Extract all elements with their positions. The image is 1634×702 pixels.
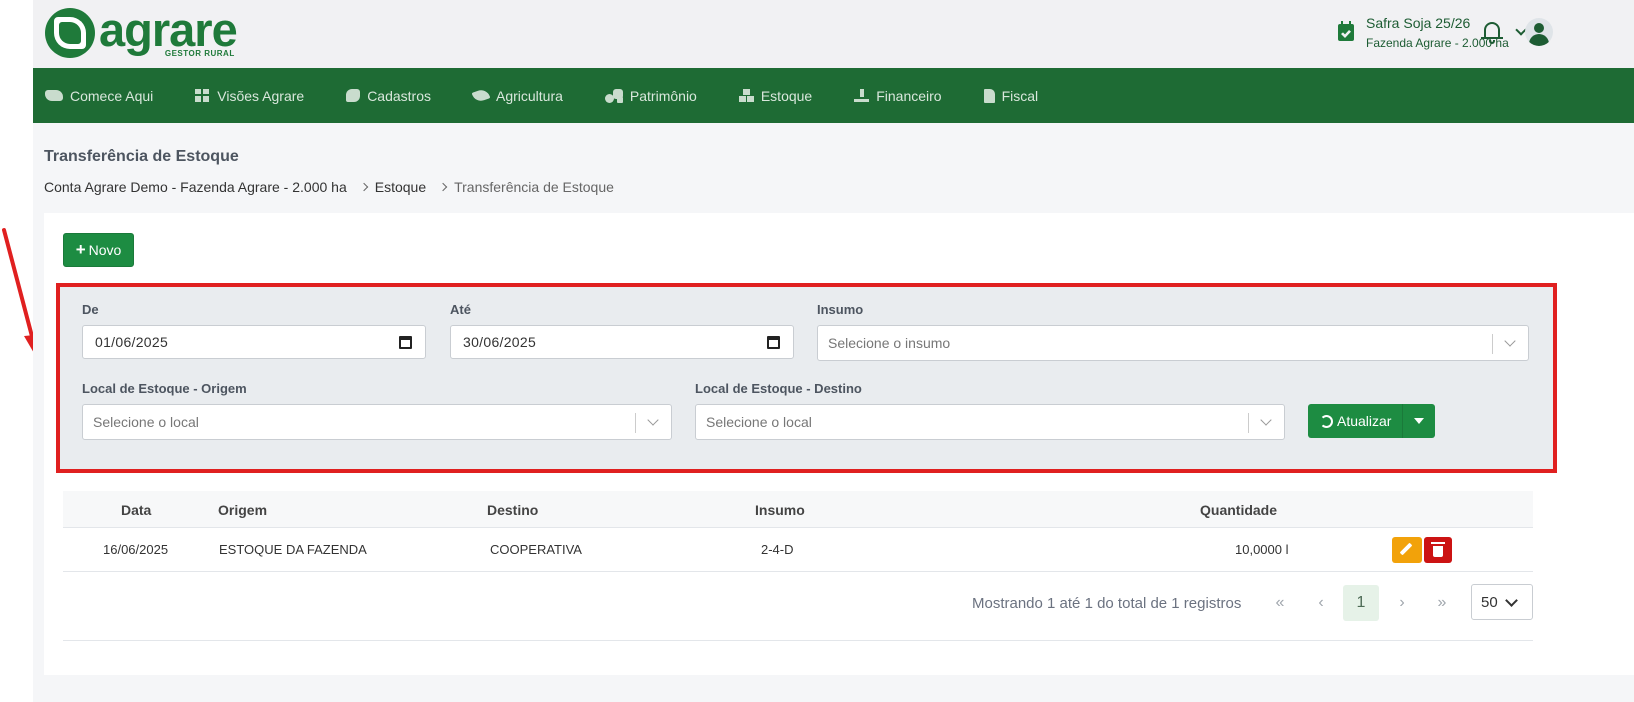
per-page-select[interactable]: 50 (1471, 584, 1533, 620)
first-page-icon[interactable]: « (1262, 585, 1298, 621)
last-page-icon[interactable]: » (1424, 585, 1460, 621)
agrare-logo[interactable]: agrare GESTOR RURAL (45, 3, 238, 58)
cell-insumo: 2-4-D (761, 542, 794, 557)
leaf-logo-icon (45, 8, 95, 58)
tractor-icon (604, 88, 623, 103)
chevron-down-icon (1504, 335, 1516, 347)
column-header-insumo[interactable]: Insumo (755, 502, 805, 518)
to-date-input[interactable]: 30/06/2025 (450, 325, 794, 359)
column-header-quantidade[interactable]: Quantidade (1200, 502, 1277, 518)
table-header: Data Origem Destino Insumo Quantidade (63, 491, 1533, 528)
calendar-icon[interactable] (399, 336, 412, 349)
origin-select[interactable]: Selecione o local (82, 404, 672, 440)
calendar-check-icon (1338, 21, 1354, 41)
column-header-data[interactable]: Data (121, 502, 151, 518)
boxes-icon (738, 89, 754, 102)
from-date-input[interactable]: 01/06/2025 (82, 325, 426, 359)
handshake-icon (45, 90, 63, 101)
cow-icon (346, 89, 361, 102)
breadcrumb-account[interactable]: Conta Agrare Demo - Fazenda Agrare - 2.0… (44, 179, 347, 195)
edit-pencil-icon[interactable] (1392, 537, 1422, 563)
origin-label: Local de Estoque - Origem (82, 381, 247, 396)
chevron-down-icon (647, 414, 659, 426)
page-1-button[interactable]: 1 (1343, 585, 1379, 621)
app: agrare GESTOR RURAL Safra Soja 25/26 Faz… (33, 0, 1634, 702)
filter-panel: De 01/06/2025 Até 30/06/2025 Insumo Sele… (56, 283, 1557, 473)
refresh-dropdown-toggle[interactable] (1414, 418, 1424, 424)
previous-page-icon[interactable]: ‹ (1303, 585, 1339, 621)
destination-label: Local de Estoque - Destino (695, 381, 862, 396)
logo-word: agrare (99, 3, 238, 56)
to-date-label: Até (450, 302, 471, 317)
chevron-down-icon (1505, 594, 1518, 607)
nav-item-fiscal[interactable]: Fiscal (983, 88, 1038, 104)
pagination-info: Mostrando 1 até 1 do total de 1 registro… (972, 595, 1242, 612)
nav-item-financeiro[interactable]: Financeiro (854, 88, 942, 104)
top-header: agrare GESTOR RURAL Safra Soja 25/26 Faz… (33, 0, 1634, 68)
grid-icon (195, 89, 211, 102)
chevron-right-icon (438, 182, 448, 192)
chevron-right-icon (359, 182, 368, 192)
column-header-origem[interactable]: Origem (218, 502, 267, 518)
column-header-destino[interactable]: Destino (487, 502, 538, 518)
nav-item-cadastros[interactable]: Cadastros (346, 88, 431, 104)
chevron-down-icon (1260, 414, 1272, 426)
content-card: + Novo De 01/06/2025 Até 30/06/2025 Insu… (44, 213, 1634, 675)
breadcrumb-current: Transferência de Estoque (454, 179, 614, 195)
plus-icon: + (75, 240, 86, 259)
nav-item-visoes-agrare[interactable]: Visões Agrare (195, 88, 304, 104)
nav-item-agricultura[interactable]: Agricultura (471, 87, 563, 104)
table-row: 16/06/2025 ESTOQUE DA FAZENDA COOPERATIV… (63, 528, 1533, 572)
breadcrumb: Conta Agrare Demo - Fazenda Agrare - 2.0… (44, 179, 614, 195)
destination-select[interactable]: Selecione o local (695, 404, 1285, 440)
refresh-icon (1320, 414, 1333, 428)
page-title: Transferência de Estoque (44, 148, 239, 165)
breadcrumb-estoque[interactable]: Estoque (375, 179, 426, 195)
input-select[interactable]: Selecione o insumo (817, 325, 1529, 361)
from-date-label: De (82, 302, 99, 317)
file-icon (983, 88, 995, 103)
pagination: Mostrando 1 até 1 do total de 1 registro… (63, 583, 1533, 641)
money-hand-icon (854, 89, 870, 102)
delete-trash-icon[interactable] (1424, 537, 1452, 563)
new-button[interactable]: + Novo (63, 233, 134, 267)
transfers-table: Data Origem Destino Insumo Quantidade 16… (63, 491, 1533, 572)
cell-destino: COOPERATIVA (490, 542, 582, 557)
bell-icon[interactable] (1481, 20, 1503, 44)
cell-origem: ESTOQUE DA FAZENDA (219, 542, 367, 557)
input-label: Insumo (817, 302, 864, 317)
nav-item-estoque[interactable]: Estoque (738, 88, 812, 104)
refresh-button-group: Atualizar (1308, 404, 1435, 438)
cell-data: 16/06/2025 (103, 542, 169, 557)
calendar-icon[interactable] (767, 336, 780, 349)
next-page-icon[interactable]: › (1384, 585, 1420, 621)
cell-quantidade: 10,0000 l (1235, 542, 1289, 557)
user-avatar-icon[interactable] (1525, 18, 1553, 46)
refresh-button[interactable]: Atualizar (1308, 404, 1403, 438)
leaf-icon (471, 87, 491, 104)
logo-subtitle: GESTOR RURAL (164, 49, 235, 58)
nav-item-patrimonio[interactable]: Patrimônio (604, 88, 697, 104)
nav-item-comece-aqui[interactable]: Comece Aqui (45, 88, 153, 104)
main-nav: Comece Aqui Visões Agrare Cadastros Agri… (33, 68, 1634, 123)
